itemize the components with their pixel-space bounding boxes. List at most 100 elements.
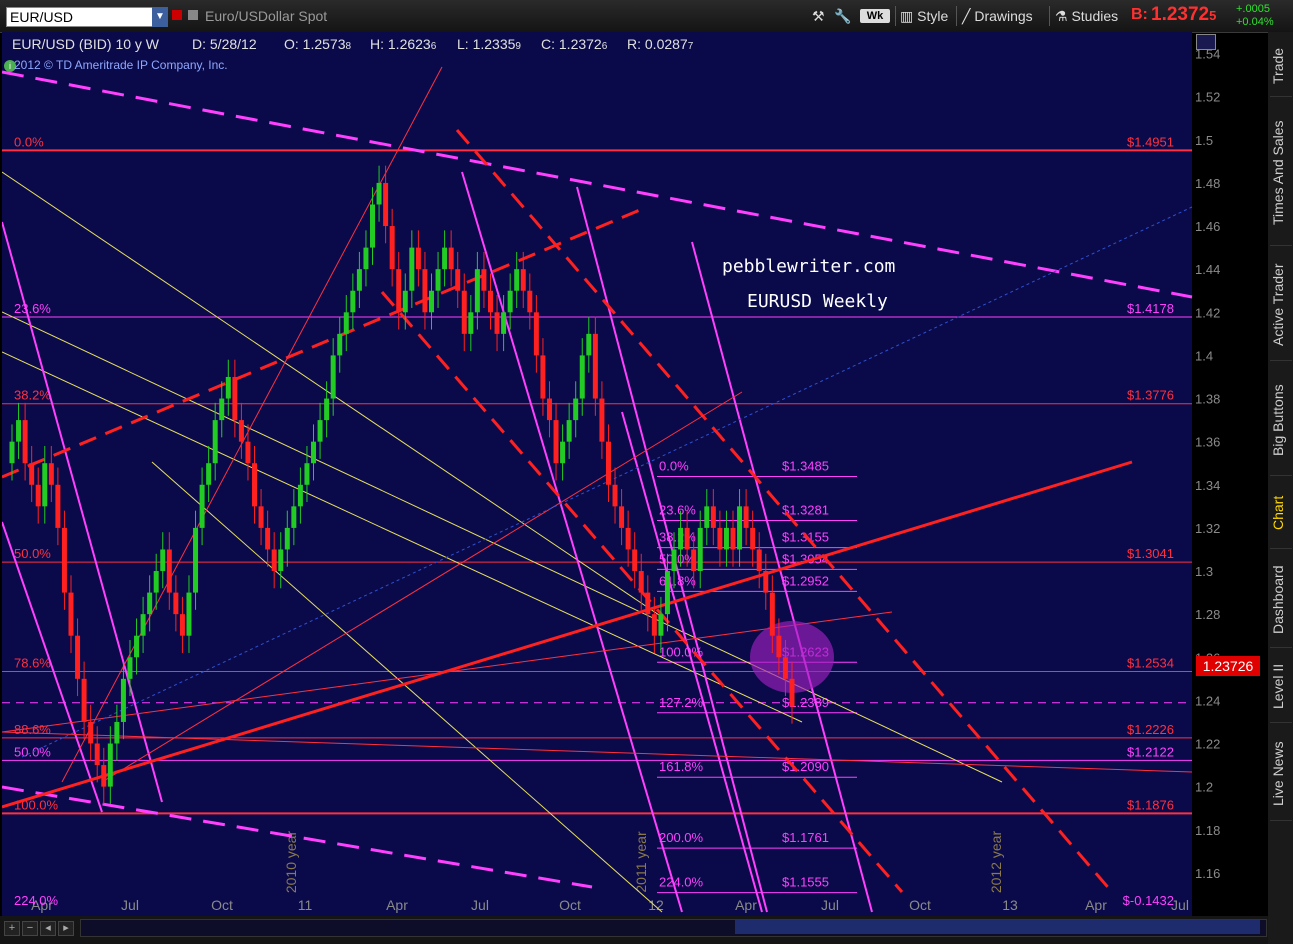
candle-body: [592, 333, 598, 399]
period-badge[interactable]: Wk: [860, 9, 890, 23]
candle-body: [81, 678, 87, 722]
candle-body: [396, 269, 402, 313]
candle-body: [343, 312, 349, 334]
candle-body: [94, 743, 100, 766]
candle-body: [258, 506, 264, 528]
candle-body: [776, 635, 782, 658]
header-date: D: 5/28/12: [192, 36, 257, 52]
pan-left-icon[interactable]: ◂: [40, 921, 56, 936]
candle-body: [664, 571, 670, 615]
symbol-input[interactable]: EUR/USD: [6, 7, 154, 27]
candle-body: [265, 527, 271, 550]
candle-body: [461, 290, 467, 334]
candle-body: [651, 614, 657, 636]
candle-body: [173, 592, 179, 615]
candle-body: [278, 549, 284, 572]
chart-title: EUR/USD (BID) 10 y W: [12, 36, 160, 52]
candle-body: [311, 441, 317, 464]
drawings-icon: ╱: [962, 8, 971, 24]
candle-body: [658, 614, 664, 636]
right-fib-price: $1.1555: [782, 875, 829, 890]
tab-trade[interactable]: Trade: [1270, 36, 1292, 97]
right-fib-price: $1.3485: [782, 458, 829, 473]
candle-body: [684, 527, 690, 550]
tab-big-buttons[interactable]: Big Buttons: [1270, 365, 1292, 476]
tab-level-ii[interactable]: Level II: [1270, 650, 1292, 723]
scrollbar-thumb[interactable]: [735, 920, 1260, 934]
candle-body: [678, 527, 684, 550]
drawings-menu[interactable]: ╱ Drawings: [962, 6, 1033, 26]
wrench-icon[interactable]: 🔧: [834, 6, 851, 26]
x-tick-label: Oct: [909, 897, 931, 913]
candle-body: [389, 226, 395, 270]
candle-body: [546, 398, 552, 421]
candle-body: [579, 355, 585, 399]
x-tick-label: Jul: [471, 897, 489, 913]
y-tick-label: 1.28: [1195, 607, 1220, 622]
flag-icon[interactable]: [172, 10, 182, 20]
candle-body: [225, 376, 231, 399]
candle-body: [337, 333, 343, 356]
x-tick-label: 11: [298, 897, 313, 913]
y-tick-label: 1.34: [1195, 478, 1220, 493]
candle-body: [540, 355, 546, 399]
right-fib-label: 0.0%: [659, 458, 689, 473]
symbol-description: Euro/USDollar Spot: [205, 8, 328, 24]
x-tick-label: Oct: [211, 897, 233, 913]
left-fib-price: $1.1876: [1127, 797, 1174, 812]
chart-settings-icon[interactable]: [1196, 34, 1216, 50]
candle-body: [494, 312, 500, 334]
candle-body: [691, 549, 697, 572]
candle-body: [88, 721, 94, 744]
studies-menu[interactable]: ⚗ Studies: [1055, 6, 1118, 26]
bid-value: 1.23725: [1151, 4, 1217, 25]
x-tick-label: Apr: [735, 897, 757, 913]
candle-body: [560, 441, 566, 464]
candle-body: [120, 678, 126, 722]
candle-body: [153, 571, 159, 593]
candle-body: [415, 247, 421, 270]
candle-body: [179, 614, 185, 636]
candle-body: [697, 527, 703, 572]
style-menu[interactable]: ▥ Style: [900, 6, 948, 26]
candle-body: [9, 441, 15, 464]
candle-body: [625, 527, 631, 550]
candle-body: [317, 420, 323, 442]
chart-area[interactable]: 1.54 1.52 1.5 1.48 1.46 1.44 1.42 1.4 1.38 1.36 1.…: [2, 32, 1220, 916]
candle-body: [29, 463, 35, 485]
tools-icon[interactable]: ⚒: [812, 6, 825, 26]
candle-body: [166, 549, 172, 593]
candle-body: [55, 484, 61, 528]
candle-body: [107, 743, 113, 787]
candle-body: [730, 527, 736, 550]
tab-times-and-sales[interactable]: Times And Sales: [1270, 100, 1292, 246]
candle-body: [271, 549, 277, 572]
tab-live-news[interactable]: Live News: [1270, 728, 1292, 821]
candle-body: [789, 678, 795, 707]
left-fib-price: $1.2534: [1127, 655, 1174, 670]
price-chart[interactable]: 1.541.521.51.481.461.441.421.41.381.361.…: [2, 32, 1268, 916]
candle-body: [48, 463, 54, 485]
candle-body: [520, 269, 526, 291]
candle-body: [422, 269, 428, 313]
y-tick-label: 1.4: [1195, 348, 1213, 363]
y-tick-label: 1.52: [1195, 90, 1220, 105]
symbol-dropdown-button[interactable]: ▼: [152, 7, 168, 27]
left-fib-label: 0.0%: [14, 134, 44, 149]
tab-dashboard[interactable]: Dashboard: [1270, 552, 1292, 648]
zoom-out-icon[interactable]: −: [22, 921, 38, 936]
candle-body: [193, 527, 199, 593]
zoom-in-icon[interactable]: +: [4, 921, 20, 936]
link-icon[interactable]: [188, 10, 198, 20]
x-tick-label: Oct: [559, 897, 581, 913]
year-marker: 2012 year: [988, 831, 1004, 894]
candle-body: [35, 484, 41, 507]
x-tick-label: Apr: [1085, 897, 1107, 913]
tab-chart[interactable]: Chart: [1270, 478, 1292, 549]
tab-active-trader[interactable]: Active Trader: [1270, 250, 1292, 361]
style-icon: ▥: [900, 8, 914, 24]
year-marker: 2010 year: [283, 831, 299, 894]
symbol-value: EUR/USD: [10, 9, 74, 25]
pan-right-icon[interactable]: ▸: [58, 921, 74, 936]
channel-line: [691, 241, 873, 913]
